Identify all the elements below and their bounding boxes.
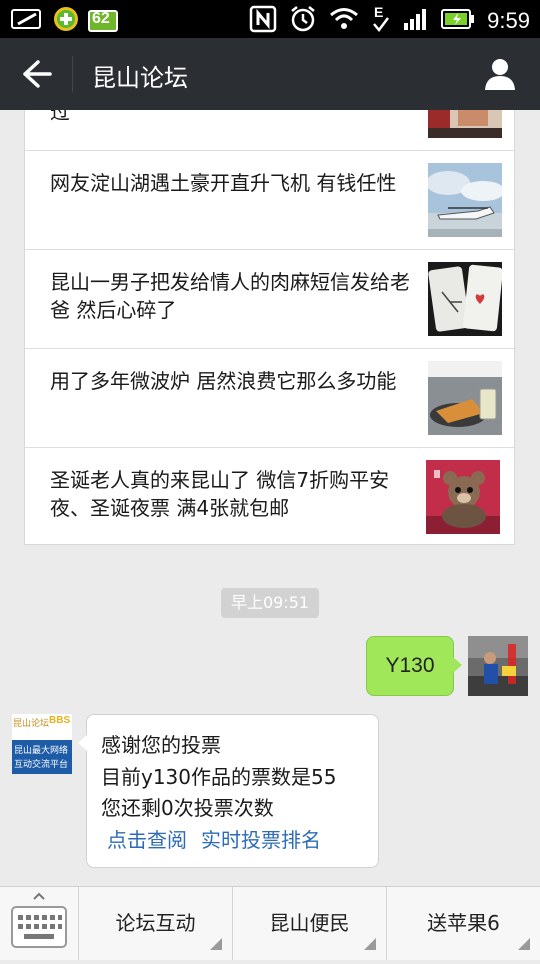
avatar-logo-tag: BBS [49, 715, 71, 726]
message-line: 目前y130作品的票数是55 [101, 765, 337, 789]
news-title: 网友淀山湖遇土豪开直升飞机 有钱任性 [50, 171, 397, 195]
person-icon [485, 59, 515, 90]
news-thumbnail [428, 110, 502, 138]
avatar-slogan-1: 昆山最大网络 [14, 746, 69, 756]
keyboard-icon [11, 892, 67, 948]
avatar-slogan-2: 互动交流平台 [14, 760, 69, 770]
news-item[interactable]: 昆山一男子把发给情人的肉麻短信发给老爸 然后心碎了 [25, 249, 514, 347]
news-title: 过 [50, 110, 70, 124]
news-item[interactable]: 用了多年微波炉 居然浪费它那么多功能 [25, 348, 514, 446]
news-item-partial[interactable]: 过 [25, 110, 514, 150]
news-card: 过 网友淀山湖遇土豪开直升飞机 有钱任性 昆山一男子把发给情人的肉麻短信发给老爸… [24, 110, 515, 545]
profile-button[interactable] [482, 56, 518, 92]
avatar-top: 昆山论坛 BBS [12, 714, 72, 740]
back-arrow-icon [23, 60, 52, 88]
message-line: 感谢您的投票 [101, 733, 221, 757]
menu-iphone-giveaway[interactable]: 送苹果6 [386, 887, 540, 960]
submenu-indicator-icon [210, 938, 222, 950]
menu-kunshan-services[interactable]: 昆山便民 [232, 887, 386, 960]
news-title: 昆山一男子把发给情人的肉麻短信发给老爸 然后心碎了 [50, 270, 410, 322]
battery-badge-icon: 62 [88, 9, 120, 33]
news-thumbnail [428, 163, 502, 237]
alarm-icon [289, 5, 317, 37]
plus-app-icon [52, 5, 80, 37]
battery-icon [441, 8, 475, 34]
keyboard-toggle-button[interactable] [0, 887, 78, 960]
submenu-indicator-icon [364, 938, 376, 950]
vote-ranking-link[interactable]: 实时投票排名 [201, 824, 321, 853]
avatar-bottom: 昆山最大网络 互动交流平台 [12, 740, 72, 774]
data-e-icon: E [371, 4, 391, 38]
menu-label: 昆山便民 [269, 911, 350, 935]
menu-forum-interaction[interactable]: 论坛互动 [78, 887, 232, 960]
clock: 9:59 [487, 8, 530, 33]
chat-timestamp: 早上09:51 [221, 588, 319, 618]
nfc-icon [249, 5, 277, 37]
news-title: 用了多年微波炉 居然浪费它那么多功能 [50, 369, 397, 393]
menu-label: 送苹果6 [427, 911, 500, 935]
back-button[interactable] [16, 56, 56, 92]
status-bar: 62 E 9:59 [0, 0, 540, 38]
my-avatar[interactable] [468, 636, 528, 696]
news-title: 圣诞老人真的来昆山了 微信7折购平安夜、圣诞夜票 满4张就包邮 [50, 468, 390, 520]
incoming-message-bubble[interactable]: 感谢您的投票 目前y130作品的票数是55 您还剩0次投票次数 点击查阅 实时投… [78, 714, 379, 868]
menu-label: 论坛互动 [115, 911, 196, 935]
svg-text:E: E [374, 4, 383, 20]
avatar-logo-text: 昆山论坛 [13, 719, 50, 729]
sim-icon [10, 6, 44, 36]
submenu-indicator-icon [518, 938, 530, 950]
page-title: 昆山论坛 [92, 64, 188, 92]
message-line: 您还剩0次投票次数 [101, 796, 274, 820]
news-thumbnail [428, 361, 502, 435]
view-link[interactable]: 点击查阅 [107, 824, 187, 853]
signal-icon [403, 7, 429, 35]
bbs-avatar[interactable]: 昆山论坛 BBS 昆山最大网络 互动交流平台 [12, 714, 72, 774]
news-thumbnail [428, 262, 502, 336]
news-item[interactable]: 网友淀山湖遇土豪开直升飞机 有钱任性 [25, 150, 514, 248]
wifi-icon [329, 7, 359, 35]
title-bar: 昆山论坛 [0, 38, 540, 110]
outgoing-message-bubble[interactable]: Y130 [366, 636, 462, 696]
bottom-menu-bar: 论坛互动 昆山便民 送苹果6 [0, 886, 540, 960]
news-item[interactable]: 圣诞老人真的来昆山了 微信7折购平安夜、圣诞夜票 满4张就包邮 [25, 447, 514, 544]
battery-percent: 62 [92, 10, 110, 27]
news-thumbnail [426, 460, 500, 534]
title-divider [72, 56, 73, 92]
